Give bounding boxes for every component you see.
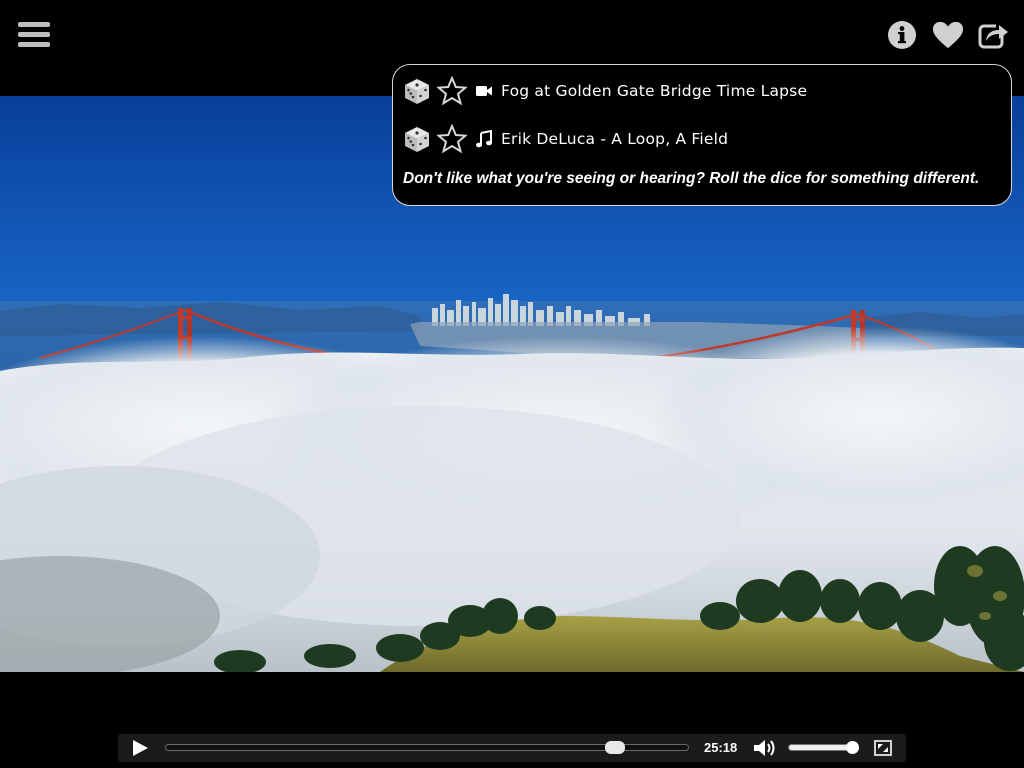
video-camera-icon xyxy=(476,86,492,96)
now-playing-panel: Fog at Golden Gate Bridge Time Lapse Eri… xyxy=(392,64,1012,206)
star-outline-icon[interactable] xyxy=(437,124,467,154)
player-controls: 25:18 xyxy=(118,734,906,762)
volume-icon[interactable] xyxy=(752,738,778,758)
hamburger-menu-icon[interactable] xyxy=(18,22,50,50)
dice-hint-text: Don't like what you're seeing or hearing… xyxy=(403,170,980,187)
volume-thumb[interactable] xyxy=(845,741,859,754)
progress-bar[interactable] xyxy=(165,741,689,754)
star-outline-icon[interactable] xyxy=(437,76,467,106)
music-row: Erik DeLuca - A Loop, A Field xyxy=(403,123,728,155)
heart-icon[interactable] xyxy=(932,18,964,52)
dice-icon[interactable] xyxy=(403,125,431,153)
info-icon[interactable] xyxy=(886,18,918,52)
video-title[interactable]: Fog at Golden Gate Bridge Time Lapse xyxy=(501,82,807,100)
music-title[interactable]: Erik DeLuca - A Loop, A Field xyxy=(501,130,728,148)
dice-icon[interactable] xyxy=(403,77,431,105)
fullscreen-icon[interactable] xyxy=(874,740,892,756)
volume-fill xyxy=(789,745,852,750)
top-right-actions xyxy=(886,18,1010,52)
progress-thumb[interactable] xyxy=(604,741,625,754)
time-display: 25:18 xyxy=(704,740,738,755)
play-icon[interactable] xyxy=(130,739,150,757)
music-note-icon xyxy=(476,130,492,148)
volume-slider[interactable] xyxy=(788,741,859,754)
video-row: Fog at Golden Gate Bridge Time Lapse xyxy=(403,75,807,107)
share-icon[interactable] xyxy=(978,18,1010,52)
